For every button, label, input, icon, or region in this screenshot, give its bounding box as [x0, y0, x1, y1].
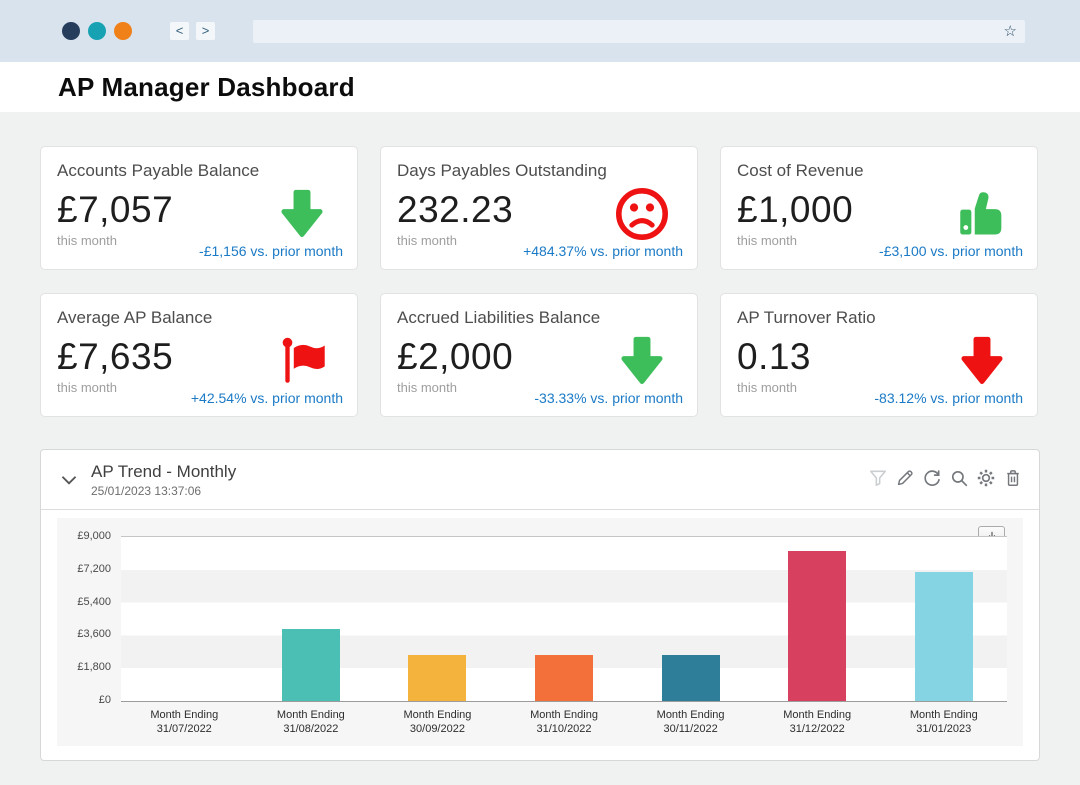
bar-column	[121, 537, 248, 701]
back-button[interactable]: <	[170, 22, 189, 40]
chart-panel-header: AP Trend - Monthly 25/01/2023 13:37:06	[41, 450, 1039, 510]
window-dot-teal-icon	[88, 22, 106, 40]
chart-title: AP Trend - Monthly	[91, 462, 236, 482]
collapse-chevron-down-icon[interactable]	[57, 468, 81, 492]
filter-icon[interactable]	[868, 468, 888, 488]
trend-down-bad-icon	[953, 332, 1011, 390]
y-tick-label: £7,200	[57, 563, 111, 575]
kpi-delta: -83.12% vs. prior month	[874, 390, 1023, 406]
kpi-delta: -33.33% vs. prior month	[534, 390, 683, 406]
x-tick-label: Month Ending31/07/2022	[121, 708, 248, 736]
window-dot-navy-icon	[62, 22, 80, 40]
bar-31/08/2022[interactable]	[282, 629, 340, 701]
x-tick-label: Month Ending31/10/2022	[501, 708, 628, 736]
bar-31/10/2022[interactable]	[535, 655, 593, 701]
kpi-title: Days Payables Outstanding	[397, 161, 681, 181]
kpi-card-average-ap-balance: Average AP Balance £7,635 this month +42…	[40, 293, 358, 417]
kpi-title: Accrued Liabilities Balance	[397, 308, 681, 328]
bar-30/09/2022[interactable]	[408, 655, 466, 701]
page-title: AP Manager Dashboard	[58, 72, 355, 103]
bar-column	[248, 537, 375, 701]
trend-down-good-icon	[613, 332, 671, 390]
bar-30/11/2022[interactable]	[662, 655, 720, 701]
window-dot-orange-icon	[114, 22, 132, 40]
bar-chart: £9,000£7,200£5,400£3,600£1,800£0 Month E…	[57, 518, 1023, 746]
kpi-title: Cost of Revenue	[737, 161, 1021, 181]
y-tick-label: £0	[57, 694, 111, 706]
y-tick-label: £1,800	[57, 661, 111, 673]
bar-31/12/2022[interactable]	[788, 551, 846, 701]
bar-column	[627, 537, 754, 701]
kpi-delta: -£1,156 vs. prior month	[199, 243, 343, 259]
thumbs-up-icon	[953, 185, 1011, 243]
plot-area: £9,000£7,200£5,400£3,600£1,800£0	[121, 536, 1007, 702]
delete-icon[interactable]	[1003, 468, 1023, 488]
y-tick-label: £9,000	[57, 530, 111, 542]
kpi-card-accrued-liabilities-balance: Accrued Liabilities Balance £2,000 this …	[380, 293, 698, 417]
kpi-grid: Accounts Payable Balance £7,057 this mon…	[40, 146, 1040, 417]
window-controls	[62, 22, 132, 40]
browser-chrome: < > ☆	[0, 0, 1080, 62]
settings-icon[interactable]	[976, 468, 996, 488]
bookmark-star-icon[interactable]: ☆	[1004, 24, 1017, 39]
kpi-delta: +42.54% vs. prior month	[191, 390, 343, 406]
x-axis: Month Ending31/07/2022Month Ending31/08/…	[121, 708, 1007, 736]
x-tick-label: Month Ending31/01/2023	[880, 708, 1007, 736]
kpi-delta: -£3,100 vs. prior month	[879, 243, 1023, 259]
kpi-title: Accounts Payable Balance	[57, 161, 341, 181]
x-tick-label: Month Ending30/11/2022	[627, 708, 754, 736]
bar-column	[880, 537, 1007, 701]
search-icon[interactable]	[949, 468, 969, 488]
kpi-card-accounts-payable-balance: Accounts Payable Balance £7,057 this mon…	[40, 146, 358, 270]
forward-button[interactable]: >	[196, 22, 215, 40]
bar-column	[754, 537, 881, 701]
y-tick-label: £5,400	[57, 596, 111, 608]
x-tick-label: Month Ending31/12/2022	[754, 708, 881, 736]
chart-toolbar	[868, 468, 1023, 488]
bar-column	[501, 537, 628, 701]
kpi-title: AP Turnover Ratio	[737, 308, 1021, 328]
chart-panel: AP Trend - Monthly 25/01/2023 13:37:06	[40, 449, 1040, 761]
kpi-card-ap-turnover-ratio: AP Turnover Ratio 0.13 this month -83.12…	[720, 293, 1038, 417]
kpi-title: Average AP Balance	[57, 308, 341, 328]
chart-timestamp: 25/01/2023 13:37:06	[91, 484, 236, 498]
red-flag-icon	[273, 332, 331, 390]
trend-down-good-icon	[273, 185, 331, 243]
kpi-card-days-payables-outstanding: Days Payables Outstanding 232.23 this mo…	[380, 146, 698, 270]
bars	[121, 537, 1007, 701]
kpi-delta: +484.37% vs. prior month	[523, 243, 683, 259]
y-tick-label: £3,600	[57, 628, 111, 640]
x-tick-label: Month Ending31/08/2022	[248, 708, 375, 736]
url-bar[interactable]: ☆	[253, 20, 1025, 43]
bar-31/01/2023[interactable]	[915, 572, 973, 701]
edit-icon[interactable]	[895, 468, 915, 488]
x-tick-label: Month Ending30/09/2022	[374, 708, 501, 736]
title-band: AP Manager Dashboard	[0, 62, 1080, 112]
kpi-card-cost-of-revenue: Cost of Revenue £1,000 this month -£3,10…	[720, 146, 1038, 270]
bar-column	[374, 537, 501, 701]
refresh-icon[interactable]	[922, 468, 942, 488]
sad-face-icon	[613, 185, 671, 243]
